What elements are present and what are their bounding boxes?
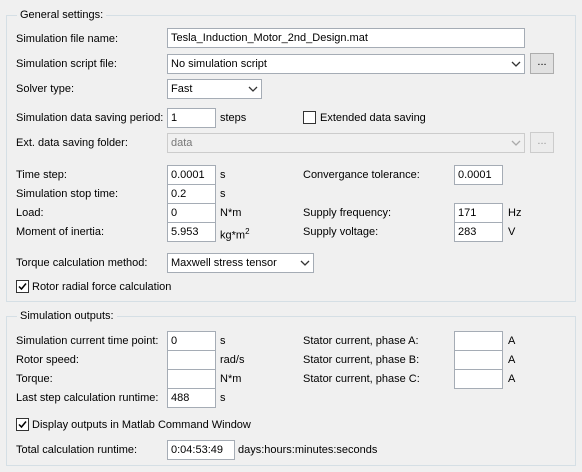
- time-step-input[interactable]: 0.0001: [167, 165, 216, 185]
- phase-a-label: Stator current, phase A:: [303, 335, 419, 347]
- torque-method-label: Torque calculation method:: [16, 257, 148, 269]
- load-label: Load:: [16, 207, 44, 219]
- torque-method-dropdown[interactable]: Maxwell stress tensor: [167, 253, 314, 273]
- phase-a-unit: A: [508, 335, 516, 347]
- ext-folder-value: data: [171, 137, 193, 149]
- general-settings-title: General settings:: [17, 8, 107, 22]
- script-file-browse-button[interactable]: ...: [530, 53, 554, 74]
- chevron-down-icon: [511, 140, 521, 146]
- inertia-input[interactable]: 5.953: [167, 222, 216, 242]
- phase-a-output: [454, 331, 503, 351]
- torque-unit: N*m: [220, 373, 242, 385]
- extended-saving-label: Extended data saving: [320, 112, 426, 124]
- current-time-output: 0: [167, 331, 216, 351]
- total-runtime-output: 0:04:53:49: [167, 440, 235, 460]
- last-step-output: 488: [167, 388, 216, 408]
- torque-label: Torque:: [16, 373, 53, 385]
- load-input[interactable]: 0: [167, 203, 216, 223]
- rotor-speed-output: [167, 350, 216, 370]
- inertia-unit: kg*m2: [220, 224, 250, 244]
- rotor-speed-label: Rotor speed:: [16, 354, 79, 366]
- time-step-unit: s: [220, 169, 226, 181]
- solver-type-value: Fast: [171, 83, 193, 95]
- torque-output: [167, 369, 216, 389]
- display-cmd-label: Display outputs in Matlab Command Window: [32, 419, 251, 431]
- phase-c-label: Stator current, phase C:: [303, 373, 420, 385]
- stop-time-label: Simulation stop time:: [16, 188, 119, 200]
- chevron-down-icon: [248, 86, 258, 92]
- script-file-value: No simulation script: [171, 58, 267, 70]
- extended-saving-checkbox[interactable]: [303, 111, 316, 124]
- last-step-unit: s: [220, 392, 226, 404]
- script-file-dropdown[interactable]: No simulation script: [167, 54, 525, 74]
- chevron-down-icon: [511, 61, 521, 67]
- total-runtime-unit: days:hours:minutes:seconds: [238, 444, 378, 456]
- radial-force-checkbox[interactable]: [16, 280, 29, 293]
- display-cmd-checkbox[interactable]: [16, 418, 29, 431]
- saving-period-label: Simulation data saving period:: [16, 112, 164, 124]
- supply-voltage-unit: V: [508, 226, 516, 238]
- rotor-speed-unit: rad/s: [220, 354, 245, 366]
- ext-folder-label: Ext. data saving folder:: [16, 137, 128, 149]
- phase-b-unit: A: [508, 354, 516, 366]
- sim-file-input[interactable]: Tesla_Induction_Motor_2nd_Design.mat: [167, 28, 525, 48]
- tolerance-label: Convergance tolerance:: [303, 169, 420, 181]
- saving-period-input[interactable]: 1: [167, 108, 216, 128]
- solver-type-dropdown[interactable]: Fast: [167, 79, 262, 99]
- stop-time-input[interactable]: 0.2: [167, 184, 216, 204]
- script-file-label: Simulation script file:: [16, 58, 117, 70]
- supply-frequency-unit: Hz: [508, 207, 522, 219]
- supply-frequency-label: Supply frequency:: [303, 207, 392, 219]
- phase-c-output: [454, 369, 503, 389]
- torque-method-value: Maxwell stress tensor: [171, 257, 277, 269]
- chevron-down-icon: [300, 260, 310, 266]
- radial-force-label: Rotor radial force calculation: [32, 281, 172, 293]
- supply-voltage-label: Supply voltage:: [303, 226, 379, 238]
- checkmark-icon: [18, 283, 27, 291]
- total-runtime-label: Total calculation runtime:: [16, 444, 138, 456]
- simulation-outputs-title: Simulation outputs:: [17, 309, 117, 323]
- saving-period-unit: steps: [220, 112, 247, 124]
- phase-b-label: Stator current, phase B:: [303, 354, 420, 366]
- supply-frequency-input[interactable]: 171: [454, 203, 503, 223]
- solver-type-label: Solver type:: [16, 83, 75, 95]
- time-step-label: Time step:: [16, 169, 67, 181]
- inertia-label: Moment of inertia:: [16, 226, 105, 238]
- inertia-unit-base: kg*m: [220, 229, 246, 242]
- checkmark-icon: [18, 421, 27, 429]
- current-time-unit: s: [220, 335, 226, 347]
- stop-time-unit: s: [220, 188, 226, 200]
- supply-voltage-input[interactable]: 283: [454, 222, 503, 242]
- load-unit: N*m: [220, 207, 242, 219]
- tolerance-input[interactable]: 0.0001: [454, 165, 503, 185]
- inertia-unit-exponent: 2: [245, 227, 250, 236]
- ext-folder-dropdown[interactable]: data: [167, 133, 525, 153]
- sim-file-label: Simulation file name:: [16, 33, 119, 45]
- phase-c-unit: A: [508, 373, 516, 385]
- ext-folder-browse-button[interactable]: ...: [530, 132, 554, 153]
- current-time-label: Simulation current time point:: [16, 335, 159, 347]
- last-step-label: Last step calculation runtime:: [16, 392, 159, 404]
- phase-b-output: [454, 350, 503, 370]
